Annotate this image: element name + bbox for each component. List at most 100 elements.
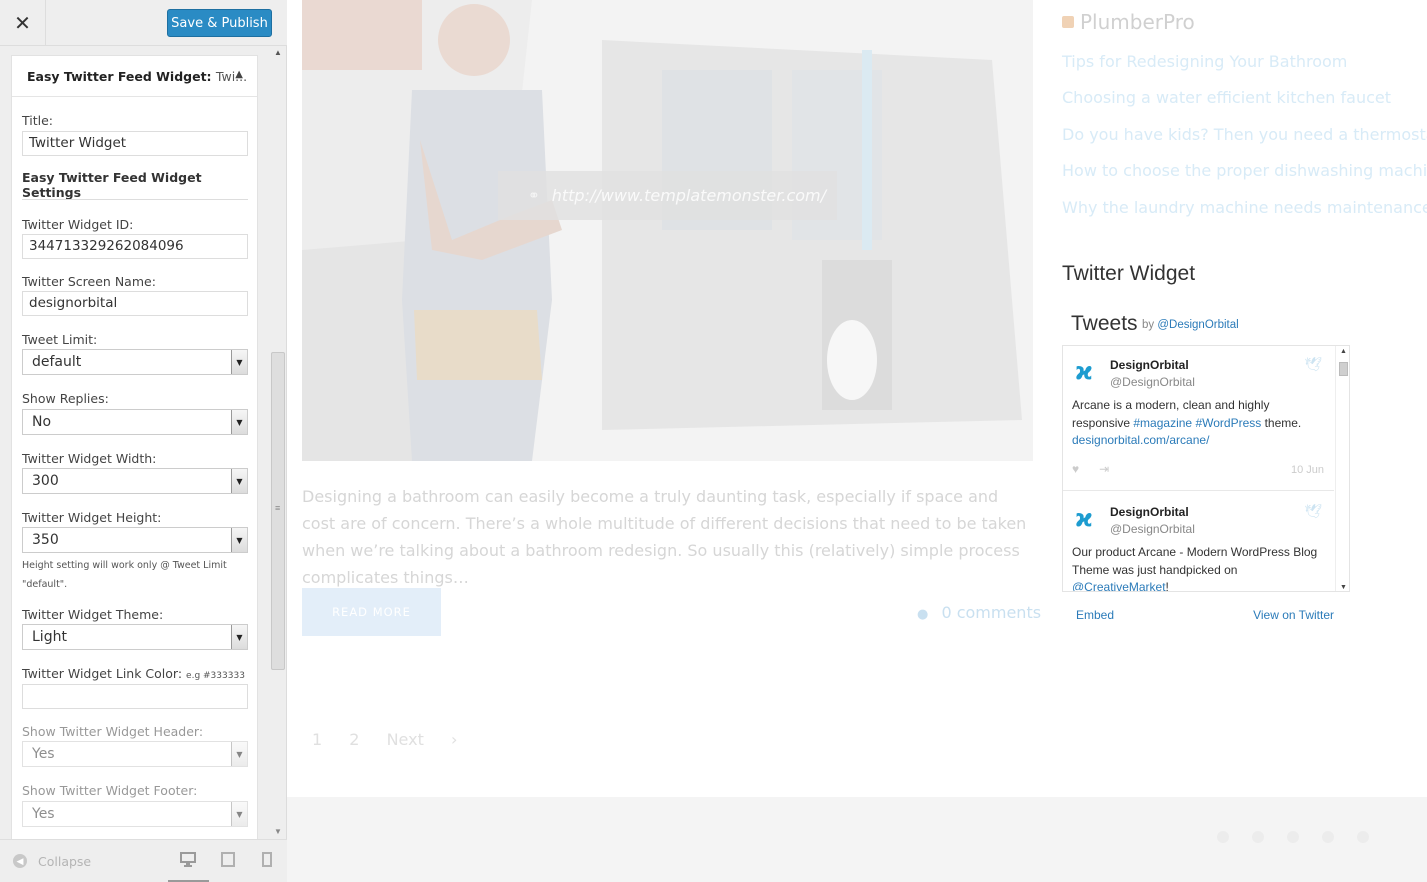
link-icon: ⚭ (528, 187, 540, 203)
scroll-down-icon[interactable]: ▼ (274, 827, 282, 836)
social-icon[interactable] (1252, 831, 1264, 843)
by-handle-link[interactable]: @DesignOrbital (1157, 319, 1238, 331)
show-replies-value: No (32, 414, 52, 430)
twitter-bird-icon[interactable]: 🕊 (1304, 356, 1322, 373)
link-color-label-text: Twitter Widget Link Color: (22, 666, 183, 681)
screen-name-label: Twitter Screen Name: (22, 274, 156, 289)
hashtag-link[interactable]: #WordPress (1195, 416, 1261, 430)
tweet-author-handle[interactable]: @DesignOrbital (1110, 375, 1195, 389)
comments-count: 0 comments (941, 603, 1042, 622)
tweet-author-handle[interactable]: @DesignOrbital (1110, 522, 1195, 536)
collapse-button[interactable]: Collapse (38, 854, 91, 869)
widget-title: Easy Twitter Feed Widget: (27, 69, 212, 84)
chevron-down-icon[interactable]: ▼ (231, 469, 247, 493)
collapse-icon[interactable]: ◀ (13, 854, 27, 868)
theme-label: Twitter Widget Theme: (22, 607, 164, 622)
post-link-url[interactable]: http://www.templatemonster.com/ (552, 186, 826, 205)
desktop-icon[interactable] (180, 852, 196, 870)
chevron-down-icon[interactable]: ▼ (231, 742, 247, 766)
heart-icon[interactable]: ♥ (1072, 462, 1079, 476)
widget-id-input[interactable]: 344713329262084096 (22, 234, 248, 259)
page-2-link[interactable]: 2 (349, 730, 359, 749)
width-value: 300 (32, 473, 59, 489)
read-more-button[interactable]: READ MORE (302, 588, 441, 636)
post-link-overlay[interactable]: ⚭ http://www.templatemonster.com/ (498, 171, 837, 220)
next-page-link[interactable]: Next › (387, 730, 480, 749)
tweets-heading: Tweets (1071, 312, 1138, 335)
recent-post-link[interactable]: How to choose the proper dishwashing mac… (1062, 161, 1427, 180)
post-featured-image[interactable]: ⚭ http://www.templatemonster.com/ (302, 0, 1033, 461)
tweet-author-name[interactable]: DesignOrbital (1110, 505, 1189, 519)
link-color-input[interactable] (22, 684, 248, 709)
tweet-feed[interactable]: ϰ DesignOrbital @DesignOrbital 🕊 Arcane … (1062, 345, 1350, 592)
height-note: Height setting will work only @ Tweet Li… (22, 560, 227, 590)
widget-id-label: Twitter Widget ID: (22, 217, 134, 232)
title-input[interactable]: Twitter Widget (22, 131, 248, 156)
tweet-text: Arcane is a modern, clean and highly res… (1072, 397, 1327, 450)
tweet-feed-scrollbar[interactable]: ▲ ▼ (1335, 346, 1349, 591)
hashtag-link[interactable]: #magazine (1133, 416, 1192, 430)
panel-scrollbar[interactable]: ▲ ≡ ▼ (270, 46, 286, 836)
link-color-hint: e.g #333333 (186, 671, 245, 681)
social-icon[interactable] (1322, 831, 1334, 843)
page-1-link[interactable]: 1 (312, 730, 322, 749)
height-value: 350 (32, 532, 59, 548)
height-select[interactable]: 350 ▼ (22, 527, 248, 553)
scroll-up-icon[interactable]: ▲ (1340, 348, 1347, 355)
url-link[interactable]: designorbital.com/arcane/ (1072, 433, 1209, 447)
tweet-actions: ♥ ⇥ (1072, 462, 1109, 476)
recent-post-link[interactable]: Do you have kids? Then you need a thermo… (1062, 125, 1427, 144)
show-replies-label: Show Replies: (22, 391, 109, 406)
tweet-limit-select[interactable]: default ▼ (22, 349, 248, 375)
social-icon[interactable] (1217, 831, 1229, 843)
designorbital-avatar[interactable]: ϰ (1075, 505, 1099, 531)
scroll-down-icon[interactable]: ▼ (1340, 584, 1347, 591)
show-header-label: Show Twitter Widget Header: (22, 724, 204, 739)
share-icon[interactable]: ⇥ (1099, 462, 1109, 476)
tweet: ϰ DesignOrbital @DesignOrbital 🕊 Our pro… (1063, 492, 1334, 592)
scrollbar-thumb[interactable] (1339, 362, 1348, 376)
chevron-down-icon[interactable]: ▼ (231, 802, 247, 826)
widget-header[interactable]: Easy Twitter Feed Widget: Twi... ▲ (12, 56, 257, 97)
save-publish-button[interactable]: Save & Publish (167, 9, 272, 37)
scrollbar-thumb[interactable]: ≡ (271, 352, 285, 670)
designorbital-avatar[interactable]: ϰ (1075, 358, 1099, 384)
recent-post-link[interactable]: Choosing a water efficient kitchen fauce… (1062, 88, 1391, 107)
social-icon[interactable] (1357, 831, 1369, 843)
chevron-down-icon[interactable]: ▼ (231, 528, 247, 552)
show-footer-select[interactable]: Yes ▼ (22, 801, 248, 827)
show-replies-select[interactable]: No ▼ (22, 409, 248, 435)
tweet-date[interactable]: 10 Jun (1291, 464, 1324, 476)
tweet-text-part: theme. (1261, 415, 1302, 430)
tweet-text-part: ! (1165, 580, 1169, 592)
tweet-text-part: Our product Arcane - Modern WordPress Bl… (1072, 545, 1318, 577)
show-header-select[interactable]: Yes ▼ (22, 741, 248, 767)
width-select[interactable]: 300 ▼ (22, 468, 248, 494)
twitter-bird-icon[interactable]: 🕊 (1304, 503, 1322, 520)
recent-post-link[interactable]: Why the laundry machine needs maintenanc… (1062, 198, 1427, 217)
chevron-down-icon[interactable]: ▼ (231, 350, 247, 374)
divider (22, 199, 248, 200)
embed-link[interactable]: Embed (1076, 608, 1114, 622)
tweet-limit-value: default (32, 354, 82, 370)
by-label: by (1142, 319, 1155, 331)
scroll-up-icon[interactable]: ▲ (274, 48, 282, 57)
close-customizer-button[interactable]: ✕ (0, 0, 46, 46)
view-on-twitter-link[interactable]: View on Twitter (1253, 608, 1334, 622)
tweet-author-name[interactable]: DesignOrbital (1110, 358, 1189, 372)
mobile-icon[interactable] (262, 852, 272, 870)
theme-value: Light (32, 629, 67, 645)
theme-select[interactable]: Light ▼ (22, 624, 248, 650)
mention-link[interactable]: @CreativeMarket (1072, 580, 1166, 591)
screen-name-input[interactable]: designorbital (22, 291, 248, 316)
chevron-down-icon[interactable]: ▼ (231, 410, 247, 434)
collapse-widget-icon[interactable]: ▲ (235, 69, 243, 80)
tablet-icon[interactable] (221, 852, 235, 870)
social-icon[interactable] (1287, 831, 1299, 843)
rss-widget-title[interactable]: PlumberPro (1062, 10, 1195, 34)
settings-heading: Easy Twitter Feed Widget Settings (22, 170, 202, 200)
height-label: Twitter Widget Height: (22, 510, 162, 525)
comments-link[interactable]: ● 0 comments (917, 603, 1041, 622)
recent-post-link[interactable]: Tips for Redesigning Your Bathroom (1062, 52, 1347, 71)
chevron-down-icon[interactable]: ▼ (231, 625, 247, 649)
